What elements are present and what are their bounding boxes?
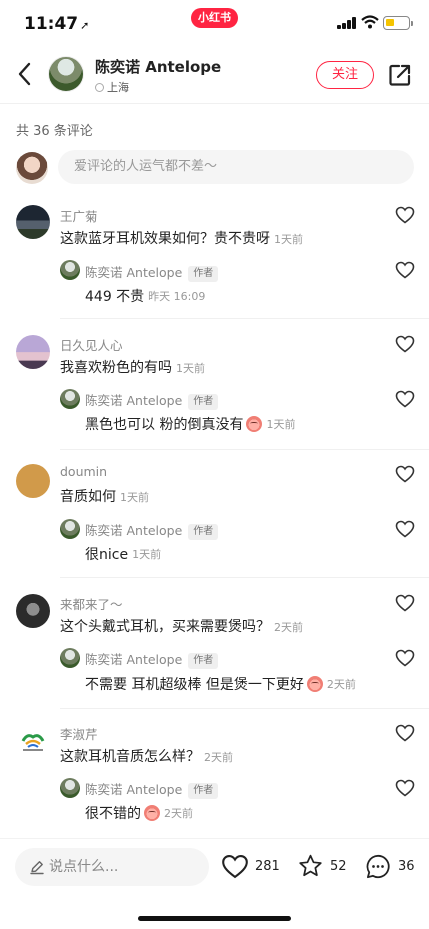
reply-author-avatar[interactable] — [60, 778, 80, 798]
commenter-name[interactable]: 王广菊 — [60, 206, 98, 225]
location-arrow-icon: ➚ — [80, 19, 90, 32]
thread-divider — [60, 708, 429, 709]
reply-text[interactable]: 很不错的 2天前 — [85, 803, 193, 823]
comment-text[interactable]: 这款蓝牙耳机效果如何？贵不贵呀 1天前 — [60, 228, 303, 248]
author-name[interactable]: 陈奕诺 Antelope — [95, 56, 221, 77]
comment-count: 共 36 条评论 — [16, 124, 93, 139]
like-heart-icon[interactable] — [395, 206, 415, 224]
like-heart-icon[interactable] — [395, 520, 415, 538]
reply-time: 1天前 — [132, 548, 162, 561]
crying-face-emoji-icon — [246, 416, 263, 432]
like-heart-icon[interactable] — [395, 649, 415, 667]
comment-time: 1天前 — [176, 362, 205, 375]
reply-text[interactable]: 不需要 耳机超级棒 但是煲一下更好 2天前 — [85, 674, 356, 694]
reply-text[interactable]: 很nice 1天前 — [85, 544, 161, 564]
location-pin-icon — [95, 82, 104, 92]
note-header: 陈奕诺 Antelope 上海 关注 — [0, 44, 429, 104]
bottom-action-bar: 说点什么... 281 52 36 — [0, 838, 429, 929]
like-button[interactable]: 281 — [221, 853, 280, 879]
commenter-name[interactable]: 日久见人心 — [60, 335, 123, 354]
author-badge: 作者 — [188, 266, 219, 282]
comment-compose-input[interactable]: 爱评论的人运气都不差～ — [58, 150, 414, 184]
like-heart-icon[interactable] — [395, 335, 415, 353]
status-time: 11:47 ➚ — [24, 14, 90, 34]
commenter-name[interactable]: 来都来了～ — [60, 594, 123, 613]
commenter-avatar[interactable] — [16, 335, 50, 369]
like-heart-icon[interactable] — [395, 390, 415, 408]
comment-time: 2天前 — [204, 751, 233, 764]
author-badge: 作者 — [188, 394, 219, 410]
battery-icon — [383, 16, 413, 30]
reply-author-name[interactable]: 陈奕诺 Antelope 作者 — [85, 779, 219, 799]
thread-divider — [60, 318, 429, 319]
commenter-avatar[interactable] — [16, 205, 50, 239]
commenter-name[interactable]: 李淑芹 — [60, 724, 98, 743]
reply-time: 2天前 — [164, 807, 193, 820]
comment-text[interactable]: 音质如何 1天前 — [60, 486, 149, 506]
thread-divider — [60, 449, 429, 450]
like-heart-icon[interactable] — [395, 724, 415, 742]
favorite-button[interactable]: 52 — [297, 853, 347, 879]
author-location: 上海 — [95, 79, 129, 95]
comment-total-count: 36 — [398, 858, 415, 874]
commenter-avatar[interactable] — [16, 464, 50, 498]
reply-author-name[interactable]: 陈奕诺 Antelope 作者 — [85, 262, 219, 282]
heart-icon — [222, 854, 248, 878]
crying-face-emoji-icon — [306, 676, 323, 692]
author-badge: 作者 — [188, 653, 219, 669]
like-heart-icon[interactable] — [395, 261, 415, 279]
reply-author-avatar[interactable] — [60, 648, 80, 668]
commenter-avatar[interactable] — [16, 594, 50, 628]
thread-divider — [60, 577, 429, 578]
like-heart-icon[interactable] — [395, 465, 415, 483]
reply-author-avatar[interactable] — [60, 260, 80, 280]
comment-time: 1天前 — [120, 491, 149, 504]
commenter-name[interactable]: doumin — [60, 464, 107, 479]
like-heart-icon[interactable] — [395, 594, 415, 612]
app-pill: 小红书 — [191, 8, 238, 28]
reply-time: 昨天 16:09 — [148, 290, 206, 303]
reply-author-avatar[interactable] — [60, 519, 80, 539]
reply-text[interactable]: 黑色也可以 粉的倒真没有 1天前 — [85, 414, 295, 434]
back-button[interactable] — [14, 60, 36, 88]
reply-time: 1天前 — [266, 418, 296, 431]
home-indicator[interactable] — [138, 916, 291, 921]
author-badge: 作者 — [188, 783, 219, 799]
pencil-icon — [30, 861, 44, 875]
author-badge: 作者 — [188, 524, 219, 540]
location-label: 上海 — [107, 81, 129, 94]
comment-bubble-icon — [366, 854, 390, 878]
reply-text[interactable]: 449 不贵 昨天 16:09 — [85, 286, 205, 306]
comment-time: 2天前 — [274, 621, 303, 634]
status-bar: 11:47 ➚ 小红书 — [0, 0, 429, 44]
share-icon[interactable] — [388, 63, 412, 87]
like-heart-icon[interactable] — [395, 779, 415, 797]
favorite-count: 52 — [330, 858, 347, 874]
cellular-signal-icon — [337, 17, 357, 29]
comment-text[interactable]: 我喜欢粉色的有吗 1天前 — [60, 357, 205, 377]
commenter-avatar[interactable] — [16, 724, 50, 758]
star-icon — [299, 854, 322, 877]
like-count: 281 — [255, 858, 280, 874]
wifi-icon — [361, 15, 379, 29]
follow-button[interactable]: 关注 — [316, 61, 374, 89]
reply-author-name[interactable]: 陈奕诺 Antelope 作者 — [85, 390, 219, 410]
reply-author-name[interactable]: 陈奕诺 Antelope 作者 — [85, 520, 219, 540]
crying-face-emoji-icon — [144, 805, 160, 821]
reply-author-avatar[interactable] — [60, 389, 80, 409]
current-user-avatar — [16, 152, 48, 184]
comment-text[interactable]: 这个头戴式耳机，买来需要煲吗？ 2天前 — [60, 616, 303, 636]
reply-time: 2天前 — [326, 678, 356, 691]
reply-author-name[interactable]: 陈奕诺 Antelope 作者 — [85, 649, 219, 669]
comment-text[interactable]: 这款耳机音质怎么样？ 2天前 — [60, 746, 233, 766]
comment-button[interactable]: 36 — [364, 853, 415, 879]
author-avatar[interactable] — [48, 56, 84, 92]
comment-time: 1天前 — [274, 233, 303, 246]
